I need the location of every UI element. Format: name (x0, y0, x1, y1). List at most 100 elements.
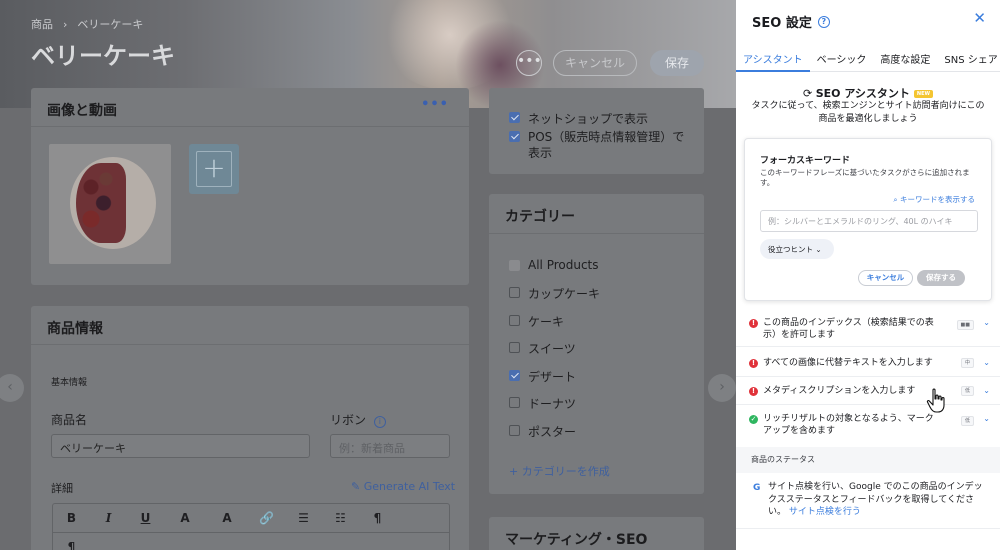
basic-info-section: 基本情報 (51, 378, 88, 388)
checkbox-icon[interactable] (509, 397, 520, 408)
bullet-list-icon[interactable]: ☰ (285, 504, 322, 532)
category-item[interactable]: デザート (509, 368, 576, 385)
save-button[interactable]: 保存 (650, 50, 704, 76)
category-item[interactable]: ケーキ (509, 313, 564, 330)
category-item[interactable]: スイーツ (509, 340, 576, 357)
focus-save-button[interactable]: 保存する (917, 270, 965, 286)
berries-decoration (76, 163, 126, 243)
create-category-link[interactable]: + カテゴリーを作成 (509, 463, 610, 479)
underline-icon[interactable]: U (127, 504, 164, 532)
focus-keyword-card: フォーカスキーワード このキーワードフレーズに基づいたタスクがさらに追加されます… (744, 138, 992, 301)
task-allow-indexing[interactable]: ! この商品のインデックス（検索結果での表示）を許可します ■■ ⌄ (736, 309, 1000, 347)
text-direction-icon[interactable]: ¶ (359, 504, 396, 532)
category-item[interactable]: ポスター (509, 423, 576, 440)
checkbox-checked-icon[interactable] (509, 131, 520, 142)
tab-social-share[interactable]: SNS シェア (937, 46, 1000, 72)
tab-basic[interactable]: ベーシック (810, 46, 874, 72)
product-status-heading: 商品のステータス (736, 447, 1000, 473)
cancel-button[interactable]: キャンセル (553, 50, 637, 76)
product-status-row: G サイト点検を行い、Google でのこの商品のインデックスステータスとフィー… (736, 473, 1000, 529)
seo-settings-panel: SEO 設定 ? ✕ アシスタント ベーシック 高度な設定 SNS シェア ⟳ … (736, 0, 1000, 550)
generate-ai-text-link[interactable]: ✎ Generate AI Text (351, 480, 455, 493)
show-keywords-link[interactable]: ⌕ キーワードを表示する (893, 194, 975, 205)
media-card-header: 画像と動画 ••• (31, 88, 469, 127)
italic-icon[interactable]: I (90, 504, 127, 532)
media-more-icon[interactable]: ••• (421, 97, 449, 112)
product-name-input[interactable]: ベリーケーキ (51, 434, 310, 458)
ribbon-label-text: リボン (330, 413, 367, 427)
add-media-button[interactable]: + (189, 144, 239, 194)
checkbox-checked-icon[interactable] (509, 370, 520, 381)
category-label: ドーナツ (528, 397, 577, 411)
link-icon[interactable]: 🔗 (248, 504, 285, 532)
channel-pos[interactable]: POS（販売時点情報管理）で表示 (509, 129, 689, 161)
chevron-down-icon[interactable]: ⌄ (983, 413, 990, 425)
error-icon: ! (749, 359, 758, 368)
text-direction-rtl-icon[interactable]: ¶ (53, 533, 90, 550)
helpful-hints-dropdown[interactable]: 役立つヒント ⌄ (760, 239, 834, 259)
focus-cancel-button[interactable]: キャンセル (858, 270, 913, 286)
info-icon[interactable]: i (373, 416, 386, 428)
previous-product-button[interactable]: ‹ (0, 374, 24, 402)
task-alt-text[interactable]: ! すべての画像に代替テキストを入力します 中 ⌄ (736, 347, 1000, 377)
tab-assistant[interactable]: アシスタント (736, 46, 810, 72)
site-inspection-link[interactable]: サイト点検を行う (789, 507, 861, 517)
plus-icon: + (196, 151, 232, 187)
ribbon-input[interactable]: 例：新着商品 (330, 434, 450, 458)
focus-keyword-input[interactable]: 例：シルバーとエメラルドのリング、40L のハイキ (760, 210, 978, 232)
seo-panel-title-text: SEO 設定 (752, 16, 812, 31)
product-info-card: 商品情報 基本情報 商品名 ベリーケーキ リボン i 例：新着商品 詳細 ✎ G… (31, 306, 469, 550)
checkbox-icon[interactable] (509, 425, 520, 436)
status-description: サイト点検を行い、Google でのこの商品のインデックスステータスとフィードバ… (768, 481, 984, 519)
task-meta-description[interactable]: ! メタディスクリプションを入力します 低 ⌄ (736, 377, 1000, 405)
ai-link-label: Generate AI Text (363, 480, 456, 493)
focus-keyword-title: フォーカスキーワード (760, 156, 851, 166)
ribbon-label: リボン i (330, 411, 386, 428)
category-label: デザート (528, 370, 577, 384)
bold-icon[interactable]: B (53, 504, 90, 532)
product-info-title: 商品情報 (47, 321, 103, 337)
wand-icon: ✎ (351, 480, 364, 493)
checkbox-checked-icon[interactable] (509, 112, 520, 123)
numbered-list-icon[interactable]: ☷ (322, 504, 359, 532)
channel-online-store[interactable]: ネットショップで表示 (509, 110, 648, 127)
breadcrumb-root[interactable]: 商品 (31, 16, 53, 32)
media-card-title: 画像と動画 (47, 103, 117, 119)
help-icon[interactable]: ? (817, 15, 830, 28)
chevron-down-icon[interactable]: ⌄ (983, 385, 990, 397)
media-card: 画像と動画 ••• + (31, 88, 469, 285)
marketing-seo-card: マーケティング・SEO (489, 517, 704, 550)
next-product-button[interactable]: › (708, 374, 736, 402)
keyword-icon: ⌕ (893, 195, 900, 204)
chevron-down-icon[interactable]: ⌄ (983, 317, 990, 329)
checkbox-icon[interactable] (509, 287, 520, 298)
breadcrumb: 商品 › ベリーケーキ (31, 16, 143, 32)
chevron-down-icon[interactable]: ⌄ (983, 357, 990, 369)
marketing-card-header: マーケティング・SEO (489, 517, 704, 550)
task-rich-results[interactable]: ✓ リッチリザルトの対象となるよう、マークアップを含めます 低 ⌄ (736, 405, 1000, 447)
checkbox-icon[interactable] (509, 342, 520, 353)
show-keywords-label: キーワードを表示する (900, 195, 975, 204)
categories-card: カテゴリー All Products カップケーキ ケーキ スイーツ デザート … (489, 194, 704, 494)
priority-tag: 低 (960, 416, 974, 426)
task-text: この商品のインデックス（検索結果での表示）を許可します (763, 318, 934, 340)
category-item[interactable]: All Products (509, 258, 599, 272)
product-name-label: 商品名 (51, 413, 88, 427)
category-label: ケーキ (528, 315, 565, 329)
more-actions-button[interactable]: ••• (516, 50, 542, 76)
channel-label: POS（販売時点情報管理）で表示 (528, 130, 685, 160)
highlight-icon[interactable]: A (206, 504, 248, 532)
close-icon[interactable]: ✕ (973, 9, 986, 27)
category-item[interactable]: ドーナツ (509, 395, 576, 412)
product-image-thumbnail[interactable] (49, 144, 171, 264)
checkbox-icon[interactable] (509, 315, 520, 326)
categories-card-header: カテゴリー (489, 194, 704, 234)
cake-image (70, 157, 156, 249)
font-color-icon[interactable]: A (164, 504, 206, 532)
priority-tag: ■■ (956, 320, 974, 330)
category-label: カップケーキ (528, 287, 601, 301)
error-icon: ! (749, 387, 758, 396)
tab-advanced[interactable]: 高度な設定 (873, 46, 937, 72)
category-item[interactable]: カップケーキ (509, 285, 600, 302)
marketing-title: マーケティング・SEO (505, 532, 648, 548)
